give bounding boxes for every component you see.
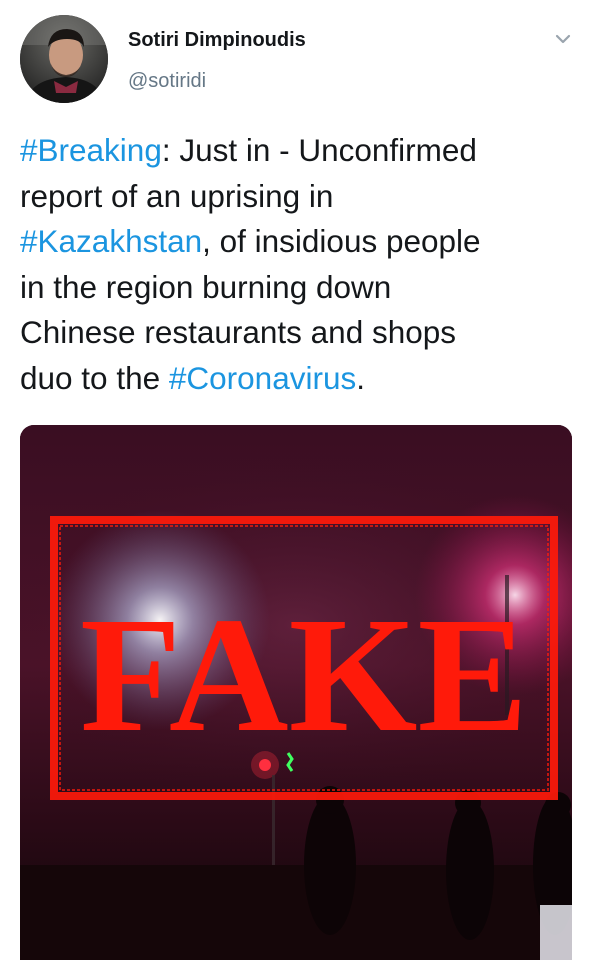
tweet-text-segment: : Just in - Unconfirmed bbox=[161, 132, 477, 168]
fake-stamp-text: FAKE bbox=[80, 583, 528, 766]
tweet-text-line: Chinese restaurants and shops bbox=[20, 310, 576, 356]
tweet-text-segment: Chinese restaurants and shops bbox=[20, 314, 457, 350]
tweet-text-segment: . bbox=[356, 359, 365, 396]
profile-photo-icon bbox=[20, 15, 108, 103]
hashtag-link[interactable]: #Breaking bbox=[20, 132, 162, 168]
tweet-text-segment: , of insidious people bbox=[202, 223, 481, 259]
tweet-text-segment: duo to the bbox=[20, 359, 169, 396]
tweet-text-line: #Kazakhstan, of insidious people bbox=[20, 219, 576, 265]
tweet-text: #Breaking: Just in - Unconfirmed report o… bbox=[20, 128, 576, 401]
tweet-text-line: report of an uprising in bbox=[20, 174, 576, 220]
tweet-card[interactable]: Sotiri Dimpinoudis @sotiridi #Breaking: … bbox=[0, 0, 592, 960]
chevron-down-icon[interactable] bbox=[550, 28, 576, 50]
author-block[interactable]: Sotiri Dimpinoudis @sotiridi bbox=[128, 27, 306, 94]
tweet-text-line: #Breaking: Just in - Unconfirmed bbox=[20, 128, 576, 174]
hashtag-link[interactable]: #Coronavirus bbox=[169, 360, 356, 396]
avatar[interactable] bbox=[20, 15, 108, 103]
tweet-text-line: duo to the #Coronavirus. bbox=[20, 356, 576, 402]
tweet-text-segment: report of an uprising in bbox=[20, 177, 334, 214]
user-handle[interactable]: @sotiridi bbox=[128, 68, 306, 94]
hashtag-link[interactable]: #Kazakhstan bbox=[20, 223, 202, 259]
tweet-text-segment: in the region burning down bbox=[20, 268, 392, 305]
display-name[interactable]: Sotiri Dimpinoudis bbox=[128, 27, 306, 53]
tweet-media[interactable]: FAKE bbox=[20, 425, 572, 960]
tweet-text-line: in the region burning down bbox=[20, 265, 576, 311]
